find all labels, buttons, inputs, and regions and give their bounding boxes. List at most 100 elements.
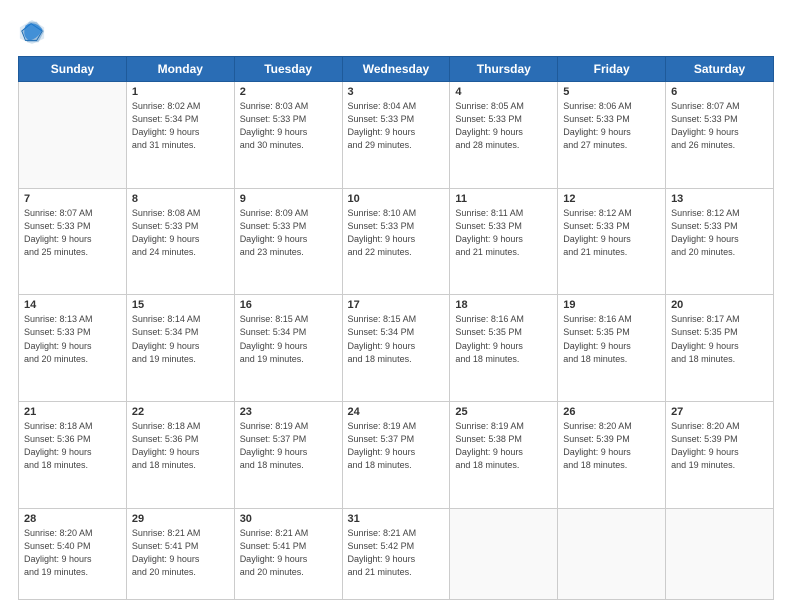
day-detail: Sunrise: 8:21 AM Sunset: 5:41 PM Dayligh…	[132, 527, 229, 579]
calendar-cell: 8 Sunrise: 8:08 AM Sunset: 5:33 PM Daylig…	[126, 188, 234, 295]
day-detail: Sunrise: 8:20 AM Sunset: 5:39 PM Dayligh…	[671, 420, 768, 472]
day-detail: Sunrise: 8:21 AM Sunset: 5:42 PM Dayligh…	[348, 527, 445, 579]
day-detail: Sunrise: 8:08 AM Sunset: 5:33 PM Dayligh…	[132, 207, 229, 259]
calendar-cell	[19, 82, 127, 189]
day-detail: Sunrise: 8:02 AM Sunset: 5:34 PM Dayligh…	[132, 100, 229, 152]
day-detail: Sunrise: 8:11 AM Sunset: 5:33 PM Dayligh…	[455, 207, 552, 259]
day-number: 4	[455, 86, 552, 98]
day-detail: Sunrise: 8:10 AM Sunset: 5:33 PM Dayligh…	[348, 207, 445, 259]
day-detail: Sunrise: 8:19 AM Sunset: 5:37 PM Dayligh…	[348, 420, 445, 472]
day-detail: Sunrise: 8:05 AM Sunset: 5:33 PM Dayligh…	[455, 100, 552, 152]
day-number: 21	[24, 406, 121, 418]
calendar-cell: 1 Sunrise: 8:02 AM Sunset: 5:34 PM Daylig…	[126, 82, 234, 189]
day-detail: Sunrise: 8:18 AM Sunset: 5:36 PM Dayligh…	[24, 420, 121, 472]
weekday-header-tuesday: Tuesday	[234, 57, 342, 82]
day-number: 12	[563, 193, 660, 205]
day-number: 22	[132, 406, 229, 418]
calendar-cell: 5 Sunrise: 8:06 AM Sunset: 5:33 PM Daylig…	[558, 82, 666, 189]
day-detail: Sunrise: 8:06 AM Sunset: 5:33 PM Dayligh…	[563, 100, 660, 152]
day-number: 19	[563, 299, 660, 311]
day-number: 8	[132, 193, 229, 205]
day-number: 7	[24, 193, 121, 205]
weekday-header-saturday: Saturday	[666, 57, 774, 82]
day-detail: Sunrise: 8:07 AM Sunset: 5:33 PM Dayligh…	[671, 100, 768, 152]
day-detail: Sunrise: 8:03 AM Sunset: 5:33 PM Dayligh…	[240, 100, 337, 152]
calendar-cell: 4 Sunrise: 8:05 AM Sunset: 5:33 PM Daylig…	[450, 82, 558, 189]
calendar-cell: 24 Sunrise: 8:19 AM Sunset: 5:37 PM Dayli…	[342, 402, 450, 509]
calendar-cell: 28Sunrise: 8:20 AM Sunset: 5:40 PM Dayli…	[19, 508, 127, 599]
day-detail: Sunrise: 8:16 AM Sunset: 5:35 PM Dayligh…	[563, 313, 660, 365]
calendar-cell: 15Sunrise: 8:14 AM Sunset: 5:34 PM Dayli…	[126, 295, 234, 402]
calendar-cell: 20Sunrise: 8:17 AM Sunset: 5:35 PM Dayli…	[666, 295, 774, 402]
day-number: 31	[348, 513, 445, 525]
calendar-cell: 9 Sunrise: 8:09 AM Sunset: 5:33 PM Daylig…	[234, 188, 342, 295]
calendar-cell: 7Sunrise: 8:07 AM Sunset: 5:33 PM Daylig…	[19, 188, 127, 295]
calendar-table: SundayMondayTuesdayWednesdayThursdayFrid…	[18, 56, 774, 600]
day-number: 6	[671, 86, 768, 98]
weekday-header-row: SundayMondayTuesdayWednesdayThursdayFrid…	[19, 57, 774, 82]
day-number: 25	[455, 406, 552, 418]
day-detail: Sunrise: 8:20 AM Sunset: 5:40 PM Dayligh…	[24, 527, 121, 579]
logo-icon	[18, 18, 46, 46]
calendar-cell: 29 Sunrise: 8:21 AM Sunset: 5:41 PM Dayli…	[126, 508, 234, 599]
calendar-week-row: 21 Sunrise: 8:18 AM Sunset: 5:36 PM Dayli…	[19, 402, 774, 509]
calendar-cell: 17Sunrise: 8:15 AM Sunset: 5:34 PM Dayli…	[342, 295, 450, 402]
weekday-header-friday: Friday	[558, 57, 666, 82]
calendar-cell: 21 Sunrise: 8:18 AM Sunset: 5:36 PM Dayli…	[19, 402, 127, 509]
calendar-week-row: 14 Sunrise: 8:13 AM Sunset: 5:33 PM Dayli…	[19, 295, 774, 402]
day-detail: Sunrise: 8:13 AM Sunset: 5:33 PM Dayligh…	[24, 313, 121, 365]
day-number: 27	[671, 406, 768, 418]
weekday-header-wednesday: Wednesday	[342, 57, 450, 82]
calendar-cell: 14 Sunrise: 8:13 AM Sunset: 5:33 PM Dayli…	[19, 295, 127, 402]
day-number: 2	[240, 86, 337, 98]
day-detail: Sunrise: 8:15 AM Sunset: 5:34 PM Dayligh…	[240, 313, 337, 365]
calendar-cell	[558, 508, 666, 599]
day-detail: Sunrise: 8:17 AM Sunset: 5:35 PM Dayligh…	[671, 313, 768, 365]
day-detail: Sunrise: 8:18 AM Sunset: 5:36 PM Dayligh…	[132, 420, 229, 472]
day-detail: Sunrise: 8:12 AM Sunset: 5:33 PM Dayligh…	[563, 207, 660, 259]
day-number: 24	[348, 406, 445, 418]
day-number: 17	[348, 299, 445, 311]
day-detail: Sunrise: 8:19 AM Sunset: 5:37 PM Dayligh…	[240, 420, 337, 472]
calendar-cell	[666, 508, 774, 599]
calendar-cell: 11 Sunrise: 8:11 AM Sunset: 5:33 PM Dayli…	[450, 188, 558, 295]
header	[18, 18, 774, 46]
day-number: 10	[348, 193, 445, 205]
calendar-cell: 19 Sunrise: 8:16 AM Sunset: 5:35 PM Dayli…	[558, 295, 666, 402]
weekday-header-monday: Monday	[126, 57, 234, 82]
calendar-cell: 22 Sunrise: 8:18 AM Sunset: 5:36 PM Dayli…	[126, 402, 234, 509]
calendar-cell: 3Sunrise: 8:04 AM Sunset: 5:33 PM Daylig…	[342, 82, 450, 189]
day-number: 11	[455, 193, 552, 205]
logo	[18, 18, 50, 46]
day-detail: Sunrise: 8:16 AM Sunset: 5:35 PM Dayligh…	[455, 313, 552, 365]
calendar-cell: 23 Sunrise: 8:19 AM Sunset: 5:37 PM Dayli…	[234, 402, 342, 509]
day-detail: Sunrise: 8:09 AM Sunset: 5:33 PM Dayligh…	[240, 207, 337, 259]
day-number: 1	[132, 86, 229, 98]
calendar-cell	[450, 508, 558, 599]
day-detail: Sunrise: 8:20 AM Sunset: 5:39 PM Dayligh…	[563, 420, 660, 472]
day-number: 15	[132, 299, 229, 311]
weekday-header-thursday: Thursday	[450, 57, 558, 82]
day-number: 9	[240, 193, 337, 205]
calendar-cell: 27 Sunrise: 8:20 AM Sunset: 5:39 PM Dayli…	[666, 402, 774, 509]
calendar-cell: 26 Sunrise: 8:20 AM Sunset: 5:39 PM Dayli…	[558, 402, 666, 509]
calendar-week-row: 1 Sunrise: 8:02 AM Sunset: 5:34 PM Daylig…	[19, 82, 774, 189]
day-number: 16	[240, 299, 337, 311]
page: SundayMondayTuesdayWednesdayThursdayFrid…	[0, 0, 792, 612]
day-number: 13	[671, 193, 768, 205]
calendar-week-row: 28Sunrise: 8:20 AM Sunset: 5:40 PM Dayli…	[19, 508, 774, 599]
calendar-cell: 16 Sunrise: 8:15 AM Sunset: 5:34 PM Dayli…	[234, 295, 342, 402]
day-detail: Sunrise: 8:19 AM Sunset: 5:38 PM Dayligh…	[455, 420, 552, 472]
calendar-cell: 6 Sunrise: 8:07 AM Sunset: 5:33 PM Daylig…	[666, 82, 774, 189]
day-number: 29	[132, 513, 229, 525]
day-number: 14	[24, 299, 121, 311]
day-number: 5	[563, 86, 660, 98]
day-number: 3	[348, 86, 445, 98]
day-number: 26	[563, 406, 660, 418]
calendar-cell: 2 Sunrise: 8:03 AM Sunset: 5:33 PM Daylig…	[234, 82, 342, 189]
calendar-cell: 18Sunrise: 8:16 AM Sunset: 5:35 PM Dayli…	[450, 295, 558, 402]
day-number: 23	[240, 406, 337, 418]
calendar-cell: 10 Sunrise: 8:10 AM Sunset: 5:33 PM Dayli…	[342, 188, 450, 295]
calendar-cell: 13Sunrise: 8:12 AM Sunset: 5:33 PM Dayli…	[666, 188, 774, 295]
day-number: 30	[240, 513, 337, 525]
